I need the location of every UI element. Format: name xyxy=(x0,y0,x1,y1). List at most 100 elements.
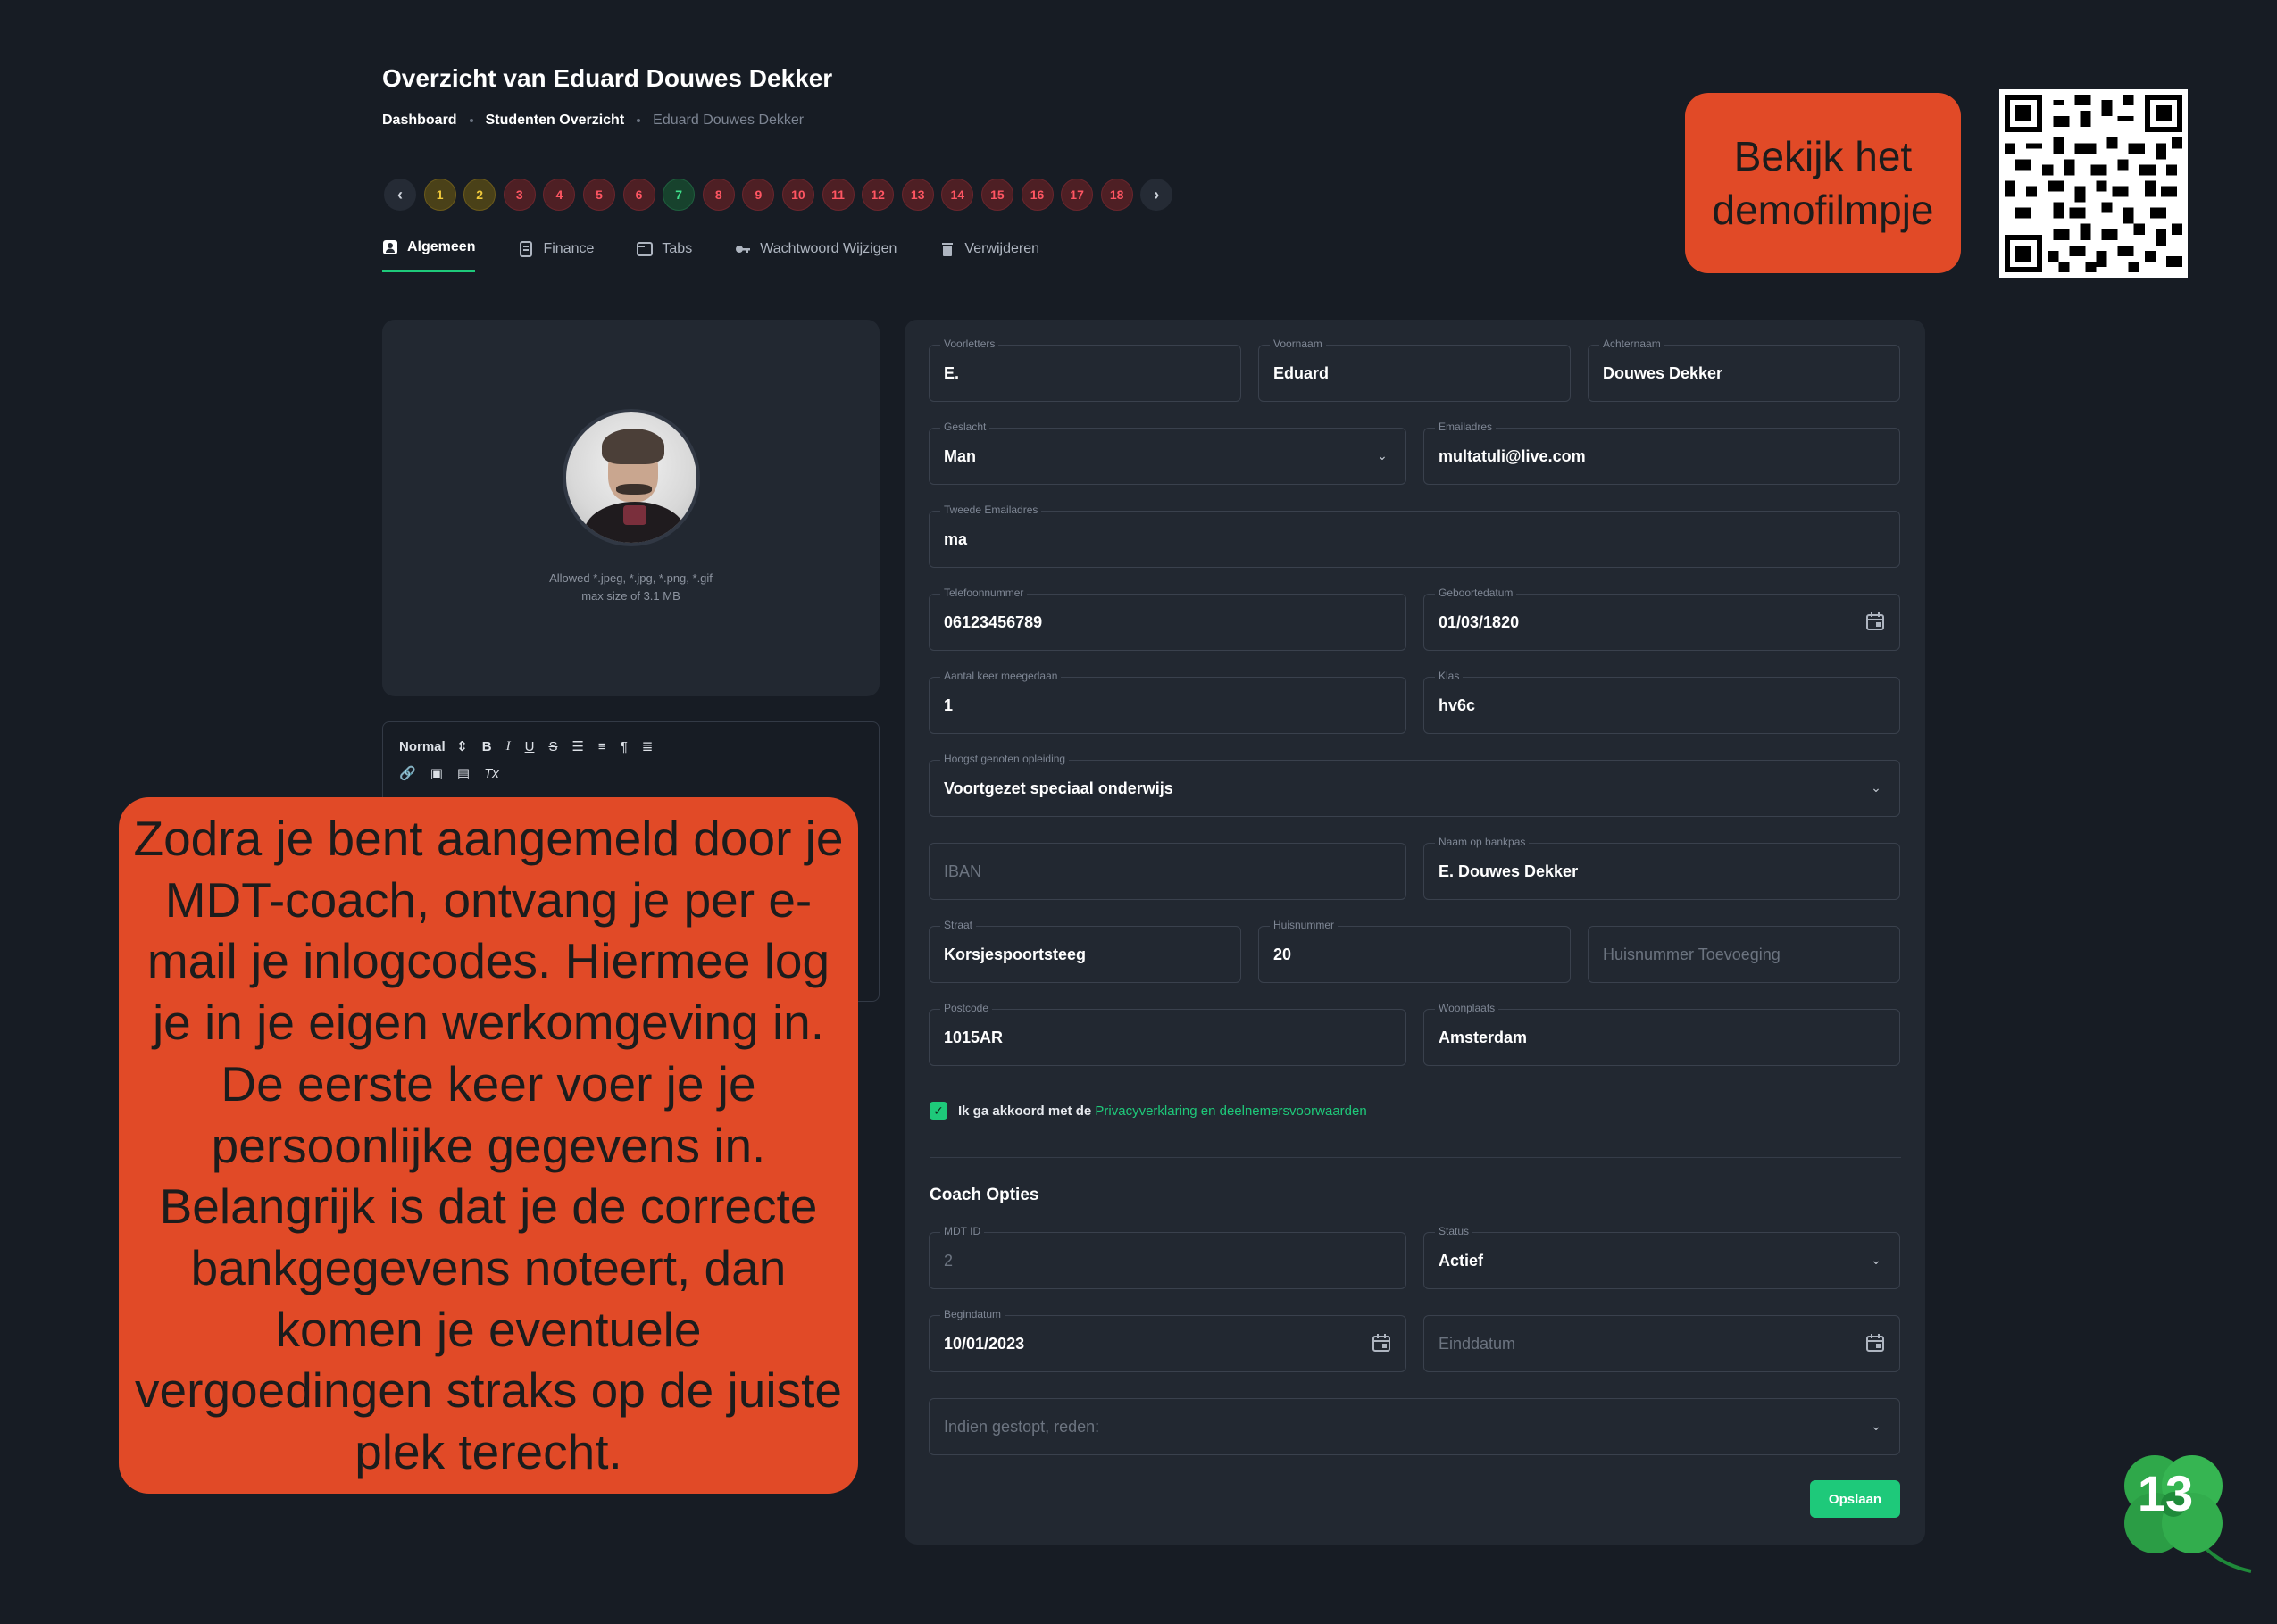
start-date-field[interactable]: Begindatum 10/01/2023 xyxy=(929,1308,1406,1372)
avatar-card: Allowed *.jpeg, *.jpg, *.png, *.gif max … xyxy=(382,320,880,696)
class-field[interactable]: Klas hv6c xyxy=(1423,670,1900,734)
achternaam-field[interactable]: Achternaam Douwes Dekker xyxy=(1588,337,1900,402)
coach-options-title: Coach Opties xyxy=(930,1186,1039,1204)
mdt-id-field[interactable]: MDT ID 2 xyxy=(929,1225,1406,1289)
video-icon[interactable]: ▤ xyxy=(457,765,470,781)
breadcrumb-separator xyxy=(637,119,641,122)
breadcrumb-dashboard[interactable]: Dashboard xyxy=(382,112,457,129)
demo-video-badge[interactable]: Bekijk het demofilmpje xyxy=(1685,93,1961,273)
breadcrumb-studenten-overzicht[interactable]: Studenten Overzicht xyxy=(486,112,625,129)
strikethrough-icon[interactable]: S xyxy=(548,739,557,754)
tab-wachtwoord-wijzigen[interactable]: Wachtwoord Wijzigen xyxy=(735,239,897,272)
consent-checkbox[interactable]: ✓ xyxy=(930,1102,947,1120)
editor-toolbar: Normal ⇕ B I U S ☰ ≡ ¶ ≣ 🔗 ▣ ▤ Tx xyxy=(399,733,653,787)
tab-verwijderen[interactable]: Verwijderen xyxy=(939,239,1039,272)
page-button-18[interactable]: 18 xyxy=(1100,179,1133,211)
text-direction-icon[interactable]: ¶ xyxy=(621,739,628,754)
chevron-down-icon: ⌄ xyxy=(1871,779,1881,795)
avatar[interactable] xyxy=(563,409,700,546)
ordered-list-icon[interactable]: ☰ xyxy=(571,738,583,754)
chevron-right-icon: › xyxy=(1154,185,1160,204)
trash-icon xyxy=(939,241,955,257)
page-number: 13 xyxy=(2137,1465,2194,1521)
second-email-field[interactable]: Tweede Emailadres ma xyxy=(929,504,1900,568)
bold-icon[interactable]: B xyxy=(482,739,492,754)
tab-bar: Algemeen Finance Tabs Wachtwoord Wijzige… xyxy=(382,239,1039,272)
page-button-10[interactable]: 10 xyxy=(781,179,814,211)
consent-label: Ik ga akkoord met de xyxy=(958,1103,1092,1119)
tab-finance[interactable]: Finance xyxy=(518,239,594,272)
user-card-icon xyxy=(382,239,398,255)
stop-reason-select[interactable]: Indien gestopt, reden: ⌄ xyxy=(929,1398,1900,1455)
street-field[interactable]: Straat Korsjespoortsteeg xyxy=(929,919,1241,983)
tab-label: Algemeen xyxy=(407,239,476,254)
house-number-field[interactable]: Huisnummer 20 xyxy=(1258,919,1571,983)
education-select[interactable]: Hoogst genoten opleiding Voortgezet spec… xyxy=(929,753,1900,817)
save-button[interactable]: Opslaan xyxy=(1810,1480,1900,1518)
page-button-8[interactable]: 8 xyxy=(702,179,735,211)
page-button-13[interactable]: 13 xyxy=(901,179,934,211)
bullet-list-icon[interactable]: ≡ xyxy=(598,739,606,754)
breadcrumb-separator xyxy=(469,119,473,122)
chevron-left-icon: ‹ xyxy=(397,185,403,204)
previous-page-button[interactable]: ‹ xyxy=(384,179,416,211)
clear-format-icon[interactable]: Tx xyxy=(484,766,499,781)
chevron-down-icon: ⌄ xyxy=(1377,447,1388,462)
style-select[interactable]: Normal ⇕ xyxy=(399,738,468,754)
align-icon[interactable]: ≣ xyxy=(642,738,654,754)
student-form: Voorletters E. Voornaam Eduard Achternaa… xyxy=(905,320,1925,1545)
birthdate-field[interactable]: Geboortedatum 01/03/1820 xyxy=(1423,587,1900,651)
page-button-1[interactable]: 1 xyxy=(423,179,456,211)
page-button-7[interactable]: 7 xyxy=(663,179,696,211)
end-date-field[interactable]: Einddatum xyxy=(1423,1315,1900,1372)
section-divider xyxy=(930,1157,1901,1158)
page-button-9[interactable]: 9 xyxy=(742,179,775,211)
house-number-addition-field[interactable]: Huisnummer Toevoeging xyxy=(1588,926,1900,983)
page-button-11[interactable]: 11 xyxy=(822,179,855,211)
instruction-callout: Zodra je bent aangemeld door je MDT-coac… xyxy=(119,797,858,1494)
postcode-field[interactable]: Postcode 1015AR xyxy=(929,1002,1406,1066)
city-field[interactable]: Woonplaats Amsterdam xyxy=(1423,1002,1900,1066)
document-icon xyxy=(518,240,534,257)
tab-label: Tabs xyxy=(662,240,693,256)
participation-count-field[interactable]: Aantal keer meegedaan 1 xyxy=(929,670,1406,734)
upload-hint: Allowed *.jpeg, *.jpg, *.png, *.gif max … xyxy=(549,571,713,603)
page-button-16[interactable]: 16 xyxy=(1021,179,1054,211)
bank-name-field[interactable]: Naam op bankpas E. Douwes Dekker xyxy=(1423,836,1900,900)
next-page-button[interactable]: › xyxy=(1140,179,1173,211)
calendar-icon[interactable] xyxy=(1372,1333,1391,1353)
italic-icon[interactable]: I xyxy=(506,739,511,754)
page-button-15[interactable]: 15 xyxy=(980,179,1013,211)
page-button-5[interactable]: 5 xyxy=(582,179,615,211)
page-button-14[interactable]: 14 xyxy=(941,179,974,211)
voorletters-field[interactable]: Voorletters E. xyxy=(929,337,1241,402)
tab-label: Finance xyxy=(543,240,595,256)
window-icon xyxy=(637,241,654,257)
tab-label: Verwijderen xyxy=(964,240,1040,256)
page-button-2[interactable]: 2 xyxy=(463,179,496,211)
page-button-17[interactable]: 17 xyxy=(1061,179,1094,211)
chevron-down-icon: ⌄ xyxy=(1871,1252,1881,1267)
calendar-icon[interactable] xyxy=(1865,1333,1885,1353)
calendar-icon[interactable] xyxy=(1865,612,1885,631)
email-field[interactable]: Emailadres multatuli@live.com xyxy=(1423,421,1900,485)
voornaam-field[interactable]: Voornaam Eduard xyxy=(1258,337,1571,402)
page-button-4[interactable]: 4 xyxy=(543,179,576,211)
page-button-6[interactable]: 6 xyxy=(622,179,655,211)
phone-field[interactable]: Telefoonnummer 06123456789 xyxy=(929,587,1406,651)
link-icon[interactable]: 🔗 xyxy=(399,765,416,781)
image-icon[interactable]: ▣ xyxy=(430,765,443,781)
status-select[interactable]: Status Actief ⌄ xyxy=(1423,1225,1900,1289)
tab-algemeen[interactable]: Algemeen xyxy=(382,239,476,272)
tab-label: Wachtwoord Wijzigen xyxy=(760,240,897,256)
iban-field[interactable]: IBAN xyxy=(929,843,1406,900)
tab-tabs[interactable]: Tabs xyxy=(637,239,692,272)
qr-code[interactable] xyxy=(1999,89,2188,278)
geslacht-select[interactable]: Geslacht Man ⌄ xyxy=(929,421,1406,485)
page-button-12[interactable]: 12 xyxy=(862,179,895,211)
page-button-3[interactable]: 3 xyxy=(503,179,536,211)
breadcrumb: Dashboard Studenten Overzicht Eduard Dou… xyxy=(382,112,804,129)
underline-icon[interactable]: U xyxy=(525,739,535,754)
breadcrumb-current: Eduard Douwes Dekker xyxy=(653,112,805,128)
privacy-link[interactable]: Privacyverklaring en deelnemersvoorwaard… xyxy=(1095,1103,1366,1119)
